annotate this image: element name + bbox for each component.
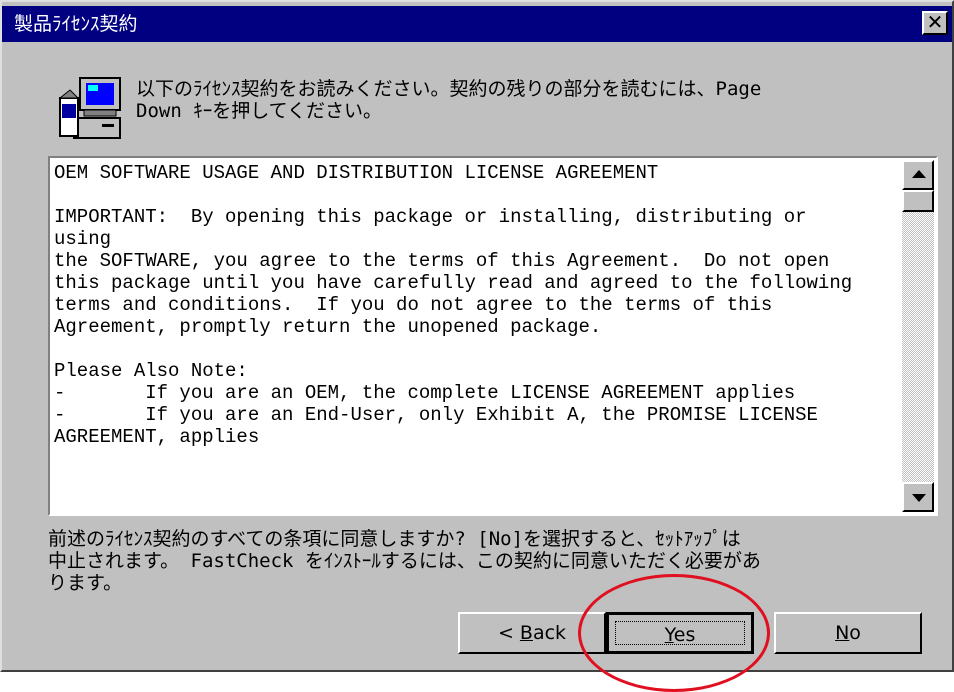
vertical-scrollbar[interactable] (902, 160, 934, 512)
no-label-rest: o (849, 622, 861, 644)
instruction-text: 以下のﾗｲｾﾝｽ契約をお読みください。契約の残りの部分を読むには、Page Do… (136, 78, 762, 122)
close-button[interactable]: ✕ (922, 11, 948, 35)
license-textbox[interactable]: OEM SOFTWARE USAGE AND DISTRIBUTION LICE… (48, 156, 938, 516)
no-access-key: N (835, 622, 850, 644)
back-label-rest: ack (532, 622, 567, 644)
window-title: 製品ﾗｲｾﾝｽ契約 (14, 13, 138, 35)
back-access-key: B (519, 622, 533, 644)
agreement-question: 前述のﾗｲｾﾝｽ契約のすべての条項に同意しますか? [No]を選択すると、ｾｯﾄ… (48, 528, 761, 594)
scroll-thumb[interactable] (902, 190, 934, 212)
arrow-up-icon (912, 170, 926, 178)
setup-computer-icon (58, 77, 121, 139)
arrow-down-icon (912, 494, 926, 502)
back-prefix: < (497, 622, 520, 644)
license-dialog: 製品ﾗｲｾﾝｽ契約 ✕ 以下のﾗｲｾﾝｽ契約をお読みください。契約の残りの部分を… (0, 0, 954, 672)
scroll-down-button[interactable] (902, 482, 934, 512)
title-bar[interactable]: 製品ﾗｲｾﾝｽ契約 ✕ (2, 6, 952, 42)
scroll-up-button[interactable] (902, 160, 934, 190)
highlight-circle (578, 574, 770, 692)
close-icon: ✕ (926, 10, 944, 34)
no-button[interactable]: No (774, 612, 922, 654)
license-text: OEM SOFTWARE USAGE AND DISTRIBUTION LICE… (54, 162, 853, 448)
